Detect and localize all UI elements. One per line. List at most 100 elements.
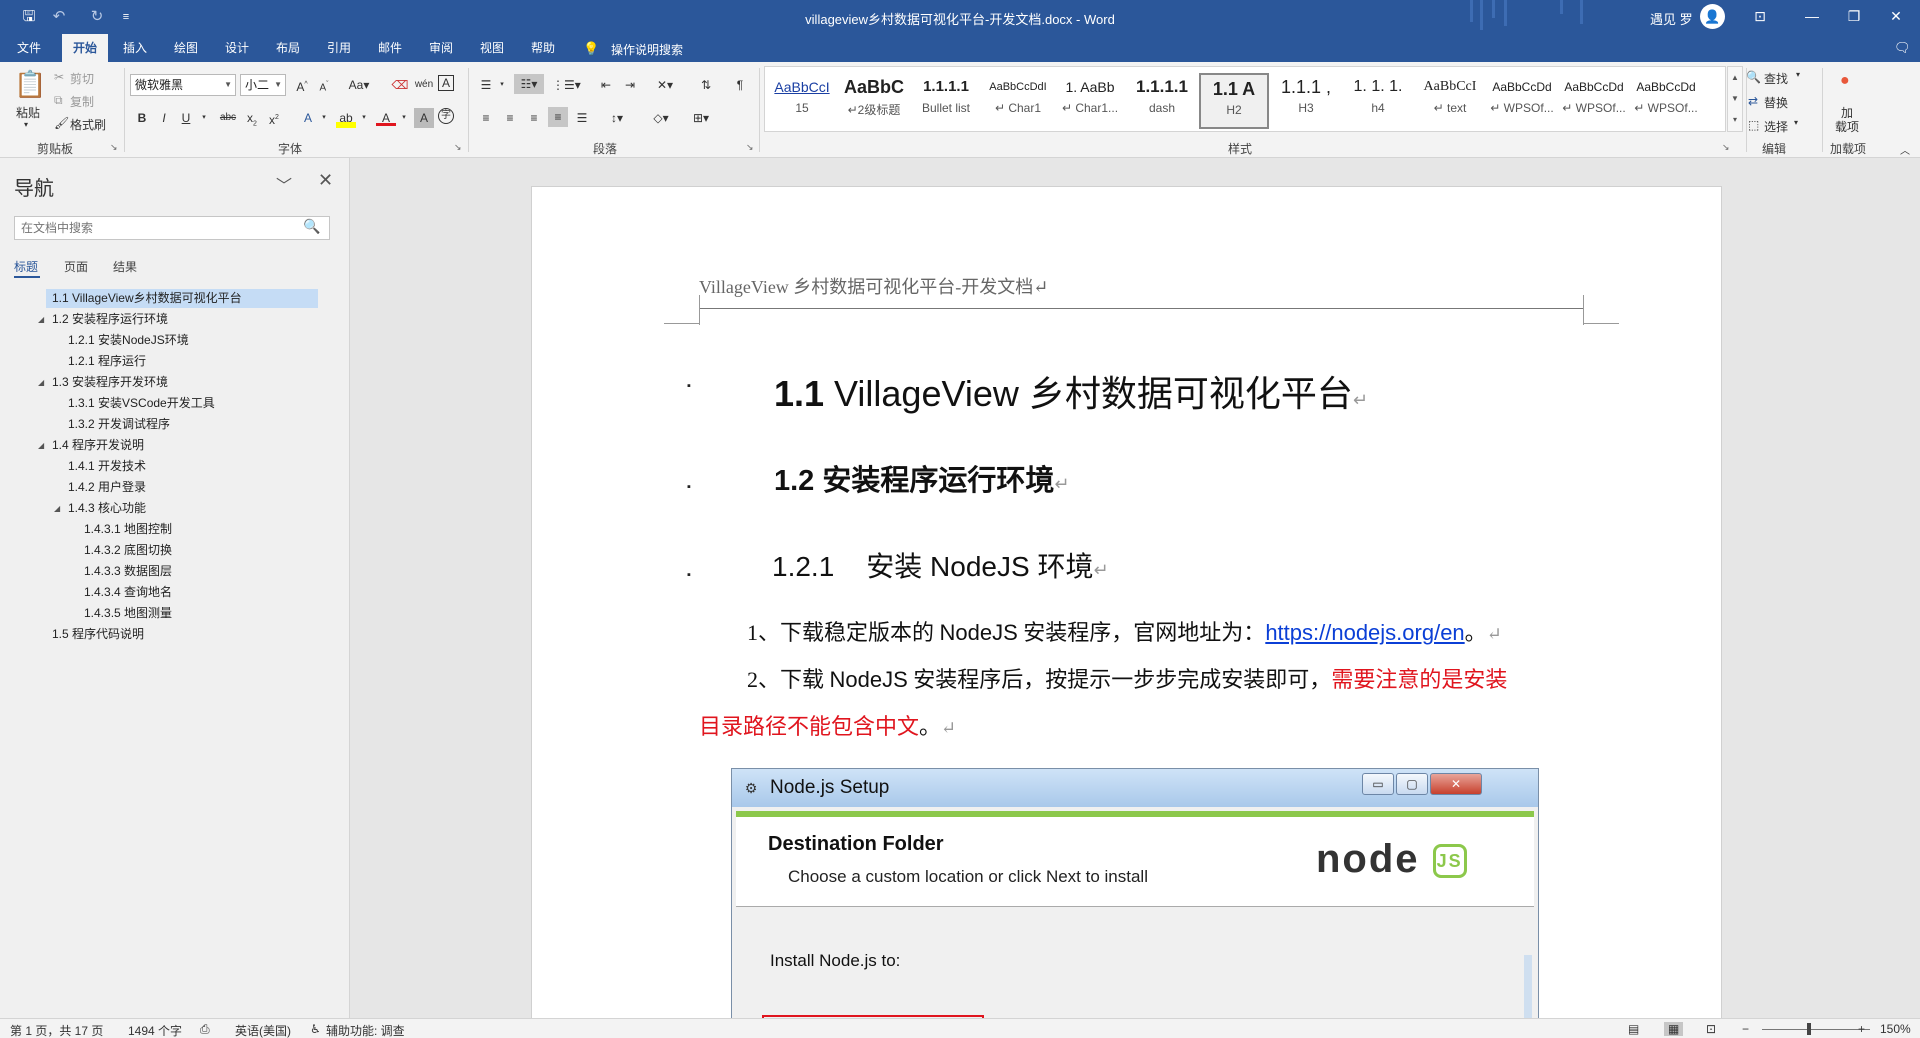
italic-icon[interactable]: I [154, 108, 174, 128]
nodejs-link[interactable]: https://nodejs.org/en [1265, 620, 1464, 645]
style-item[interactable]: 1. AaBb ↵ Char1... [1055, 73, 1125, 129]
replace-button[interactable]: 替换 [1764, 94, 1788, 111]
show-marks-icon[interactable]: ¶ [730, 75, 750, 95]
page-count[interactable]: 第 1 页，共 17 页 [10, 1022, 103, 1038]
tab-design[interactable]: 设计 [216, 34, 258, 62]
font-color-dropdown-icon[interactable]: ▾ [394, 108, 414, 128]
nav-heading-item[interactable]: 1.2 安装程序运行环境 [52, 310, 168, 329]
web-layout-icon[interactable]: ⊡ [1706, 1022, 1716, 1036]
style-item[interactable]: 1.1.1.1 Bullet list [911, 73, 981, 129]
style-item[interactable]: AaBbCcI ↵ text [1415, 73, 1485, 129]
tab-help[interactable]: 帮助 [522, 34, 564, 62]
word-count[interactable]: 1494 个字 [128, 1022, 182, 1038]
find-button[interactable]: 查找 [1764, 70, 1788, 87]
tell-me-search[interactable]: 操作说明搜索 [611, 41, 683, 58]
read-mode-icon[interactable]: ▤ [1628, 1022, 1639, 1036]
restore-button[interactable]: ❐ [1830, 0, 1878, 34]
ribbon-display-options-icon[interactable]: ⊡ [1736, 0, 1784, 34]
zoom-slider-thumb[interactable] [1807, 1023, 1811, 1035]
enclose-characters-icon[interactable]: 字 [438, 108, 454, 124]
heading-1-2-1[interactable]: 1.2.1 安装 NodeJS 环境↵ [772, 545, 1109, 585]
shrink-font-icon[interactable]: Aˇ [314, 75, 334, 95]
nav-tab-pages[interactable]: 页面 [64, 258, 88, 275]
text-effects-dropdown-icon[interactable]: ▾ [314, 108, 334, 128]
style-item[interactable]: AaBbCcDd ↵ WPSOf... [1631, 73, 1701, 129]
style-item[interactable]: 1.1.1 , H3 [1271, 73, 1341, 129]
chevron-up-icon[interactable]: ▲ [1728, 67, 1742, 88]
font-color-icon[interactable]: A [376, 108, 396, 126]
zoom-in-icon[interactable]: + [1858, 1022, 1865, 1036]
align-center-icon[interactable]: ≡ [500, 108, 520, 128]
accessibility-icon[interactable]: ♿ [310, 1022, 321, 1036]
style-item[interactable]: AaBbCcDd ↵ WPSOf... [1559, 73, 1629, 129]
search-icon[interactable]: 🔍 [1746, 70, 1761, 84]
language[interactable]: 英语(美国) [235, 1022, 291, 1038]
collapse-triangle-icon[interactable]: ◢ [38, 373, 44, 392]
format-painter-button[interactable]: 格式刷 [70, 116, 106, 133]
increase-indent-icon[interactable]: ⇥ [620, 75, 640, 95]
justify-icon[interactable]: ≡ [548, 107, 568, 127]
borders-icon[interactable]: ⊞▾ [688, 108, 714, 128]
numbering-icon[interactable]: ☷▾ [514, 74, 544, 94]
cut-icon[interactable]: ✂ [54, 70, 64, 84]
heading-1-2[interactable]: 1.2 安装程序运行环境↵ [774, 457, 1069, 499]
nav-heading-item[interactable]: 1.3.1 安装VSCode开发工具 [68, 394, 215, 413]
cut-button[interactable]: 剪切 [70, 70, 94, 87]
zoom-out-icon[interactable]: − [1742, 1022, 1749, 1036]
paste-dropdown-icon[interactable]: ▾ [24, 120, 28, 129]
phonetic-guide-icon[interactable]: wén [414, 75, 434, 95]
style-item[interactable]: 1.1.1.1 dash [1127, 73, 1197, 129]
minimize-button[interactable]: — [1788, 0, 1836, 34]
nav-tab-headings[interactable]: 标题 [14, 258, 38, 275]
addins-button[interactable]: 加 载项 [1832, 106, 1862, 134]
style-item[interactable]: AaBbCcDd ↵ WPSOf... [1487, 73, 1557, 129]
chevron-down-icon[interactable]: ▾ [1796, 70, 1800, 79]
font-name-combo[interactable]: 微软雅黑 ▼ [130, 74, 236, 96]
chevron-down-icon[interactable]: ▾ [1794, 118, 1798, 127]
font-launcher-icon[interactable]: ↘ [454, 142, 462, 153]
zoom-slider[interactable] [1762, 1029, 1870, 1030]
align-left-icon[interactable]: ≡ [476, 108, 496, 128]
decrease-indent-icon[interactable]: ⇤ [596, 75, 616, 95]
tab-home[interactable]: 开始 [62, 34, 108, 62]
paragraph-1[interactable]: 1、下载稳定版本的 NodeJS 安装程序，官网地址为：https://node… [747, 615, 1502, 647]
collapse-triangle-icon[interactable]: ◢ [54, 499, 60, 518]
style-item-selected[interactable]: 1.1 A H2 [1199, 73, 1269, 129]
collapse-triangle-icon[interactable]: ◢ [38, 310, 44, 329]
nav-search-input[interactable] [14, 216, 330, 240]
clipboard-launcher-icon[interactable]: ↘ [110, 142, 118, 153]
grow-font-icon[interactable]: A^ [292, 75, 312, 95]
collapse-triangle-icon[interactable]: ◢ [38, 436, 44, 455]
superscript-icon[interactable]: x2 [264, 108, 284, 128]
copy-icon[interactable]: ⧉ [54, 93, 63, 108]
tab-layout[interactable]: 布局 [267, 34, 309, 62]
nav-heading-item[interactable]: 1.2.1 程序运行 [68, 352, 146, 371]
tab-review[interactable]: 审阅 [420, 34, 462, 62]
lightbulb-icon[interactable]: 💡 [583, 41, 599, 57]
character-shading-icon[interactable]: A [414, 108, 434, 128]
underline-dropdown-icon[interactable]: ▾ [194, 108, 214, 128]
comments-icon[interactable]: 🗨 [1894, 40, 1911, 56]
collapse-ribbon-icon[interactable]: ︿ [1900, 142, 1910, 157]
heading-1-1[interactable]: 1.1 VillageView 乡村数据可视化平台↵ [774, 365, 1368, 417]
highlight-dropdown-icon[interactable]: ▾ [354, 108, 374, 128]
chinese-layout-icon[interactable]: ✕▾ [652, 75, 678, 95]
nav-heading-item[interactable]: 1.2.1 安装NodeJS环境 [68, 331, 189, 350]
nav-heading-item[interactable]: 1.3.2 开发调试程序 [68, 415, 170, 434]
multilevel-list-icon[interactable]: ⋮☰▾ [552, 75, 581, 95]
style-item[interactable]: AaBbCcI 15 [767, 73, 837, 129]
print-layout-icon[interactable]: ▦ [1664, 1022, 1684, 1036]
distributed-icon[interactable]: ☰ [572, 108, 592, 128]
select-icon[interactable]: ⬚ [1748, 118, 1759, 132]
sort-icon[interactable]: ⇅ [696, 75, 716, 95]
strikethrough-icon[interactable]: abc [218, 108, 238, 128]
bullets-dropdown-icon[interactable]: ▾ [492, 75, 512, 95]
nav-heading-item[interactable]: 1.4.3.1 地图控制 [84, 520, 172, 539]
replace-icon[interactable]: ⇄ [1748, 94, 1758, 108]
paste-icon[interactable]: 📋 [14, 68, 46, 100]
addins-icon[interactable]: ● [1840, 72, 1850, 90]
align-right-icon[interactable]: ≡ [524, 108, 544, 128]
change-case-icon[interactable]: Aa▾ [346, 75, 372, 95]
chevron-down-icon[interactable]: ▼ [1728, 88, 1742, 109]
highlight-icon[interactable]: ab [336, 108, 356, 128]
